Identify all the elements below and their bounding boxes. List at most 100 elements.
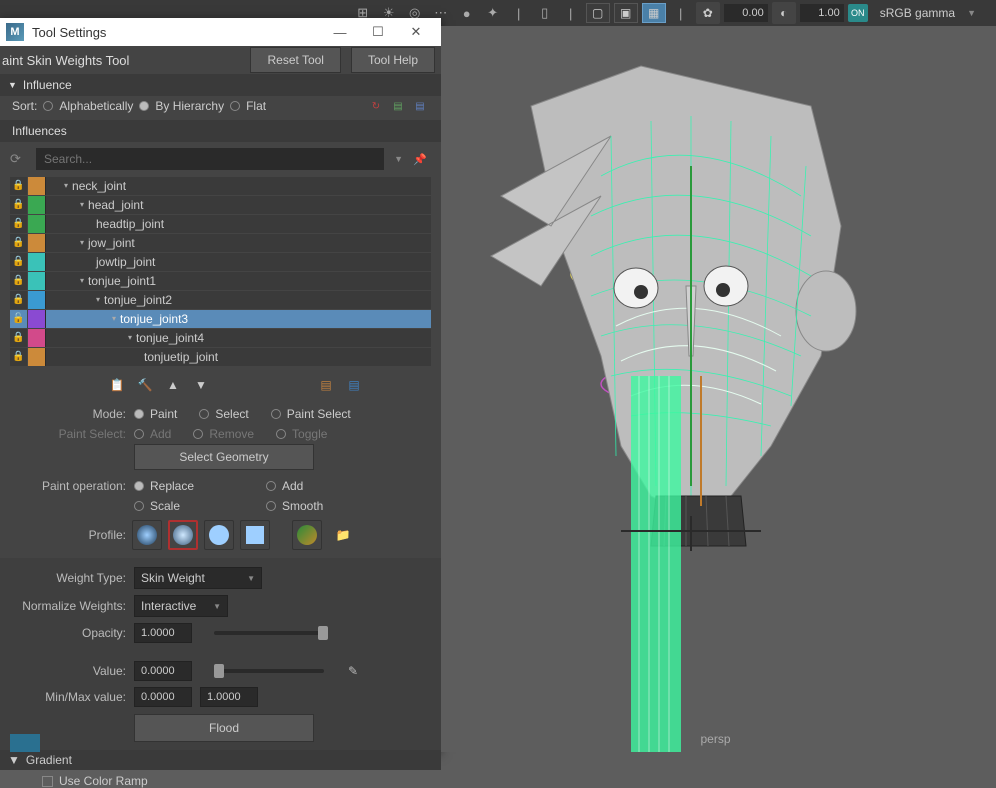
- sort-alpha-radio[interactable]: [43, 101, 53, 111]
- color-swatch[interactable]: [28, 272, 46, 290]
- lock-icon[interactable]: 🔒: [10, 329, 28, 347]
- move-down-icon[interactable]: ▼: [190, 374, 212, 396]
- value-field[interactable]: [134, 661, 192, 681]
- opacity-slider[interactable]: [214, 631, 324, 635]
- lock-icon[interactable]: 🔒: [10, 196, 28, 214]
- chevron-down-icon[interactable]: ▾: [80, 200, 84, 209]
- flood-button[interactable]: Flood: [134, 714, 314, 742]
- chevron-down-icon[interactable]: ▾: [128, 333, 132, 342]
- pin-icon[interactable]: 📌: [413, 153, 431, 166]
- brush-solid[interactable]: [204, 520, 234, 550]
- lock-icon[interactable]: 🔒: [10, 234, 28, 252]
- chevron-down-icon[interactable]: ▾: [96, 295, 100, 304]
- minimize-button[interactable]: —: [321, 18, 359, 46]
- color-swatch[interactable]: [28, 253, 46, 271]
- color-swatch[interactable]: [28, 329, 46, 347]
- color-swatch[interactable]: [28, 348, 46, 366]
- op-add-radio[interactable]: [266, 481, 276, 491]
- eyedropper-icon[interactable]: ✎: [348, 664, 358, 678]
- lock-icon[interactable]: 🔒: [10, 348, 28, 366]
- brush-soft[interactable]: [168, 520, 198, 550]
- color-swatch[interactable]: [28, 291, 46, 309]
- lock-icon[interactable]: 🔓: [10, 310, 28, 328]
- gradient-section-header[interactable]: ▼ Gradient: [0, 750, 441, 770]
- reset-tool-button[interactable]: Reset Tool: [250, 47, 340, 73]
- filter-icon[interactable]: ⟳: [10, 151, 30, 167]
- browse-folder-icon[interactable]: 📁: [328, 520, 358, 550]
- max-field[interactable]: [200, 687, 258, 707]
- lock-icon[interactable]: 🔒: [10, 253, 28, 271]
- viewport[interactable]: persp: [441, 26, 996, 752]
- sphere-icon[interactable]: ●: [456, 2, 478, 24]
- search-menu-icon[interactable]: ▼: [390, 154, 407, 164]
- mode-paint-radio[interactable]: [134, 409, 144, 419]
- copy-icon[interactable]: 📋: [106, 374, 128, 396]
- mode-paintselect-radio[interactable]: [271, 409, 281, 419]
- list1-icon[interactable]: ▤: [315, 374, 337, 396]
- gamma-icon[interactable]: ◐: [772, 2, 796, 24]
- select-geometry-button[interactable]: Select Geometry: [134, 444, 314, 470]
- weight-type-dropdown[interactable]: Skin Weight▼: [134, 567, 262, 589]
- joint-row-tonjue_joint2[interactable]: 🔒▾tonjue_joint2: [10, 290, 431, 309]
- sort-flat-radio[interactable]: [230, 101, 240, 111]
- close-button[interactable]: ✕: [397, 18, 435, 46]
- gizmo-icon[interactable]: ✦: [482, 2, 504, 24]
- mode-select-radio[interactable]: [199, 409, 209, 419]
- search-input[interactable]: [36, 148, 384, 170]
- hammer-icon[interactable]: 🔨: [134, 374, 156, 396]
- color-swatch[interactable]: [28, 310, 46, 328]
- box2-icon[interactable]: ▣: [614, 3, 638, 23]
- box1-icon[interactable]: ▢: [586, 3, 610, 23]
- maximize-button[interactable]: ☐: [359, 18, 397, 46]
- chevron-down-icon[interactable]: ▾: [80, 238, 84, 247]
- sort-mini2-icon[interactable]: ▤: [389, 98, 407, 114]
- sort-mini1-icon[interactable]: ↻: [367, 98, 385, 114]
- joint-row-headtip_joint[interactable]: 🔒headtip_joint: [10, 214, 431, 233]
- joint-row-head_joint[interactable]: 🔒▾head_joint: [10, 195, 431, 214]
- joint-row-tonjue_joint4[interactable]: 🔒▾tonjue_joint4: [10, 328, 431, 347]
- normalize-dropdown[interactable]: Interactive▼: [134, 595, 228, 617]
- color-swatch[interactable]: [28, 196, 46, 214]
- sort-hierarchy-radio[interactable]: [139, 101, 149, 111]
- min-field[interactable]: [134, 687, 192, 707]
- lock-icon[interactable]: 🔒: [10, 291, 28, 309]
- value-slider[interactable]: [214, 669, 324, 673]
- joint-row-tonjuetip_joint[interactable]: 🔒tonjuetip_joint: [10, 347, 431, 366]
- op-scale-radio[interactable]: [134, 501, 144, 511]
- lock-icon[interactable]: 🔒: [10, 177, 28, 195]
- color-swatch[interactable]: [28, 215, 46, 233]
- ruler-icon[interactable]: ▯: [534, 2, 556, 24]
- joint-row-neck_joint[interactable]: 🔒▾neck_joint: [10, 176, 431, 195]
- window-titlebar[interactable]: M Tool Settings — ☐ ✕: [0, 18, 441, 46]
- color-swatch[interactable]: [28, 234, 46, 252]
- joint-row-tonjue_joint3[interactable]: 🔓▾tonjue_joint3: [10, 309, 431, 328]
- srgb-menu-icon[interactable]: ▼: [967, 8, 976, 18]
- move-up-icon[interactable]: ▲: [162, 374, 184, 396]
- sort-mini3-icon[interactable]: ▤: [411, 98, 429, 114]
- brush-square[interactable]: [240, 520, 270, 550]
- brush-custom-icon[interactable]: [292, 520, 322, 550]
- opacity-field[interactable]: [134, 623, 192, 643]
- exposure-field[interactable]: [724, 4, 768, 22]
- chevron-down-icon[interactable]: ▾: [112, 314, 116, 323]
- brush-gaussian[interactable]: [132, 520, 162, 550]
- lock-icon[interactable]: 🔒: [10, 272, 28, 290]
- gamma-field[interactable]: [800, 4, 844, 22]
- influence-section-header[interactable]: ▼ Influence: [0, 74, 441, 96]
- color-swatch[interactable]: [28, 177, 46, 195]
- list2-icon[interactable]: ▤: [343, 374, 365, 396]
- joint-row-tonjue_joint1[interactable]: 🔒▾tonjue_joint1: [10, 271, 431, 290]
- chevron-down-icon[interactable]: ▾: [80, 276, 84, 285]
- box-active-icon[interactable]: ▦: [642, 3, 666, 23]
- bottom-tab-chip[interactable]: [10, 734, 40, 752]
- joint-row-jow_joint[interactable]: 🔒▾jow_joint: [10, 233, 431, 252]
- use-color-ramp-checkbox[interactable]: [42, 776, 53, 787]
- op-smooth-radio[interactable]: [266, 501, 276, 511]
- srgb-toggle-icon[interactable]: ON: [848, 4, 868, 22]
- aperture-icon[interactable]: ✿: [696, 2, 720, 24]
- op-replace-radio[interactable]: [134, 481, 144, 491]
- chevron-down-icon[interactable]: ▾: [64, 181, 68, 190]
- tool-help-button[interactable]: Tool Help: [351, 47, 435, 73]
- joint-row-jowtip_joint[interactable]: 🔒jowtip_joint: [10, 252, 431, 271]
- lock-icon[interactable]: 🔒: [10, 215, 28, 233]
